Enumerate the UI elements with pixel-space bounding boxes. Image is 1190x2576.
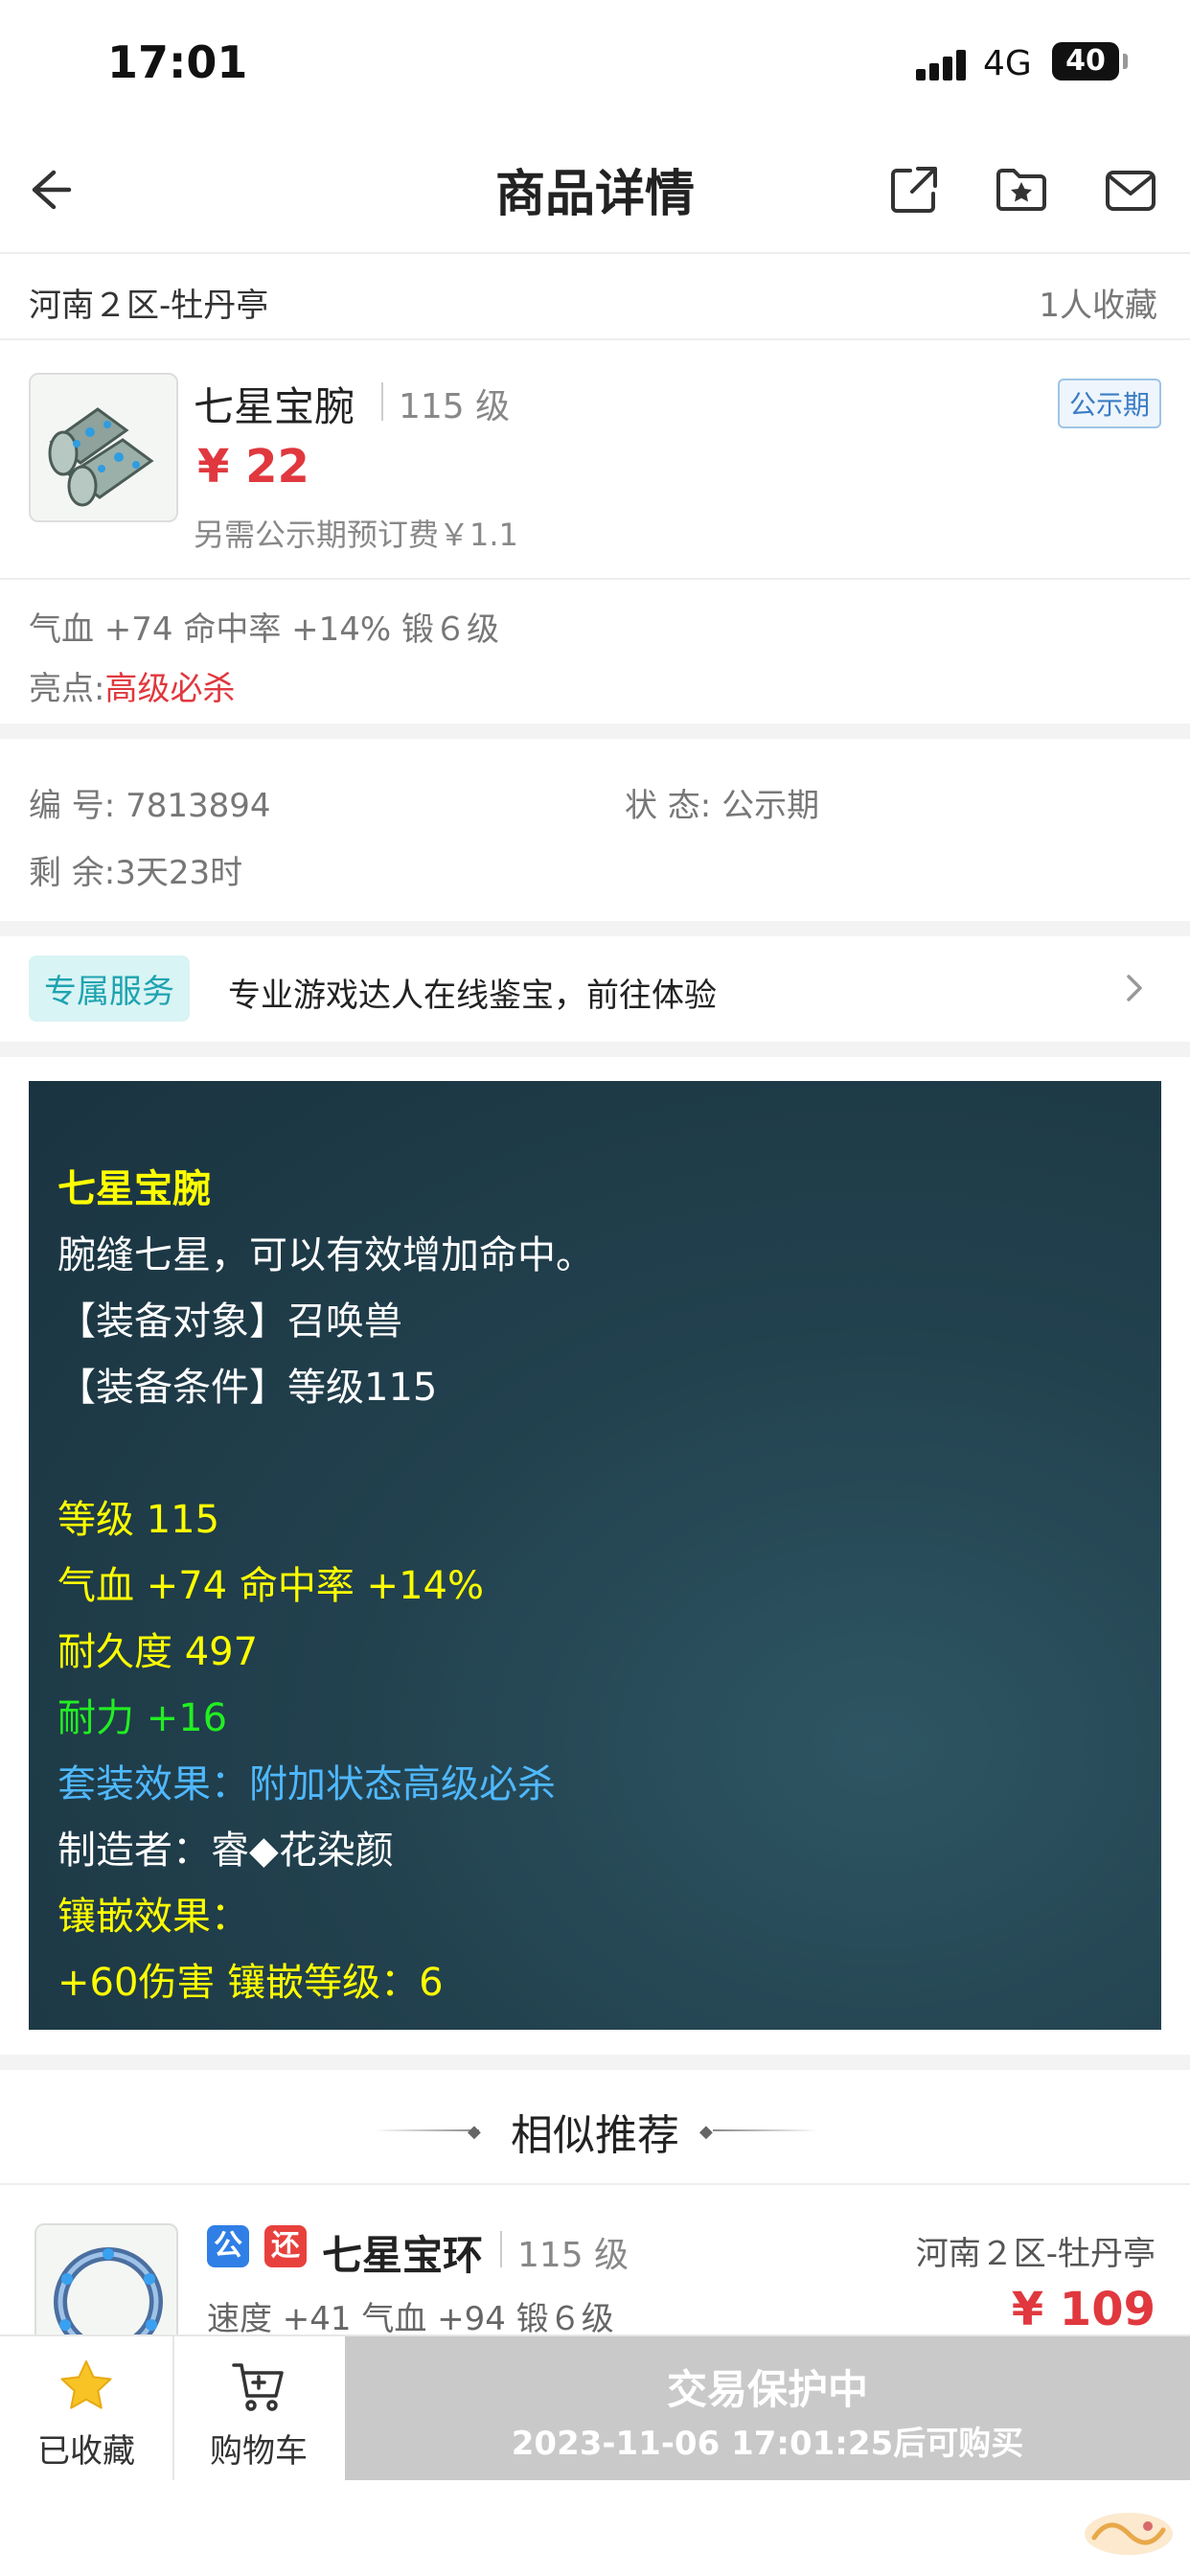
bottom-action-bar: 已收藏 购物车 交易保护中 2023-11-06 17:01:25后可购买 xyxy=(0,2334,1190,2576)
diamond-icon: ◆ xyxy=(699,2122,713,2142)
section-title: 相似推荐 xyxy=(511,2111,679,2160)
product-image[interactable] xyxy=(29,373,178,522)
recommended-item-name: 七星宝环 xyxy=(322,2232,484,2279)
product-summary: 七星宝腕 115 级 ¥ 22 另需公示期预订费￥1.1 公示期 xyxy=(0,340,1190,580)
folder-star-icon[interactable] xyxy=(993,161,1050,218)
protection-subtitle: 2023-11-06 17:01:25后可购买 xyxy=(511,2425,1024,2463)
desc-level: 等级 115 xyxy=(57,1498,220,1542)
favorite-button[interactable]: 已收藏 xyxy=(0,2336,172,2480)
trade-protection-button[interactable]: 交易保护中 2023-11-06 17:01:25后可购买 xyxy=(345,2336,1190,2480)
bargain-badge: 还 xyxy=(264,2225,307,2267)
product-level: 115 级 xyxy=(399,387,511,426)
mail-icon[interactable] xyxy=(1102,161,1159,218)
desc-equip-requirement: 【装备条件】等级115 xyxy=(57,1366,438,1410)
chevron-right-icon xyxy=(1117,971,1152,1005)
remaining-value: 3天23时 xyxy=(115,854,243,892)
listing-id-value: 7813894 xyxy=(126,787,271,825)
recommended-item[interactable]: 公 还 七星宝环 115 级 河南２区-牡丹亭 速度 +41 气血 +94 锻６… xyxy=(0,2185,1190,2367)
desc-item-name: 七星宝腕 xyxy=(57,1167,211,1211)
cart-button[interactable]: 购物车 xyxy=(172,2336,345,2480)
listing-id-label: 编 号: xyxy=(29,787,116,825)
star-icon xyxy=(57,2358,115,2415)
recommended-item-attrs: 速度 +41 气血 +94 锻６级 xyxy=(207,2300,614,2338)
favorite-count: 1人收藏 xyxy=(1039,287,1157,325)
battery-icon: 40 xyxy=(1052,42,1119,80)
watermark-logo xyxy=(1081,2505,1177,2563)
attributes-text: 气血 +74 命中率 +14% 锻６级 xyxy=(29,610,500,649)
product-attributes: 气血 +74 命中率 +14% 锻６级 亮点:高级必杀 xyxy=(0,580,1190,724)
listing-status-label: 状 态: xyxy=(625,787,712,825)
status-badge: 公示期 xyxy=(1057,379,1161,428)
cart-label: 购物车 xyxy=(210,2432,308,2471)
desc-stats: 气血 +74 命中率 +14% xyxy=(57,1564,484,1608)
section-gap xyxy=(0,724,1190,739)
server-region: 河南２区-牡丹亭 xyxy=(29,287,269,325)
desc-inlay-label: 镶嵌效果： xyxy=(57,1895,249,1939)
public-badge: 公 xyxy=(207,2225,249,2267)
nav-bar: 商品详情 xyxy=(0,125,1190,254)
remaining-time-row: 剩 余:3天23时 xyxy=(29,846,242,893)
listing-status-row: 状 态: 公示期 xyxy=(625,779,819,826)
divider xyxy=(381,382,383,421)
desc-inlay-effect: +60伤害 镶嵌等级：6 xyxy=(57,1961,444,2005)
highlight-label: 亮点: xyxy=(29,670,105,708)
service-text: 专业游戏达人在线鉴宝，前往体验 xyxy=(228,977,717,1015)
protection-title: 交易保护中 xyxy=(666,2366,868,2413)
battery-tip xyxy=(1123,54,1128,69)
desc-maker: 制造者：睿◆花染颜 xyxy=(57,1828,394,1873)
cart-icon xyxy=(230,2358,287,2415)
network-type: 4G xyxy=(983,44,1032,83)
desc-endurance: 耐力 +16 xyxy=(57,1696,228,1740)
recommended-item-region: 河南２区-牡丹亭 xyxy=(915,2235,1156,2273)
exclusive-service-row[interactable]: 专属服务 专业游戏达人在线鉴宝，前往体验 xyxy=(0,936,1190,1042)
item-description-panel: 七星宝腕 腕缝七星，可以有效增加命中。 【装备对象】召唤兽 【装备条件】等级11… xyxy=(29,1081,1161,2030)
signal-icon xyxy=(916,50,966,80)
section-gap xyxy=(0,921,1190,936)
similar-header: ◆ 相似推荐 ◆ xyxy=(0,2070,1190,2185)
section-gap xyxy=(0,1042,1190,1057)
product-name: 七星宝腕 xyxy=(194,383,355,430)
listing-status-value: 公示期 xyxy=(721,787,820,825)
region-row: 河南２区-牡丹亭 1人收藏 xyxy=(0,254,1190,340)
recommended-item-price: ¥ 109 xyxy=(1011,2283,1156,2336)
desc-durability: 耐久度 497 xyxy=(57,1630,259,1674)
listing-id-row: 编 号: 7813894 xyxy=(29,779,271,826)
share-icon[interactable] xyxy=(885,161,943,218)
listing-info: 编 号: 7813894 状 态: 公示期 剩 余:3天23时 xyxy=(0,739,1190,921)
service-tag: 专属服务 xyxy=(29,955,190,1022)
highlight-row: 亮点:高级必杀 xyxy=(29,662,235,709)
highlight-value: 高级必杀 xyxy=(104,670,236,708)
remaining-label: 剩 余: xyxy=(29,854,116,892)
divider xyxy=(500,2231,502,2267)
product-price: ¥ 22 xyxy=(197,440,309,494)
favorite-label: 已收藏 xyxy=(37,2432,135,2471)
recommended-item-level: 115 级 xyxy=(517,2236,629,2275)
reservation-fee: 另需公示期预订费￥1.1 xyxy=(194,517,518,553)
desc-set-effect: 套装效果：附加状态高级必杀 xyxy=(57,1762,556,1806)
status-time: 17:01 xyxy=(107,36,248,88)
desc-equip-target: 【装备对象】召唤兽 xyxy=(57,1300,402,1344)
divider xyxy=(713,2129,818,2131)
status-bar: 17:01 4G 40 xyxy=(0,0,1190,125)
desc-flavor-text: 腕缝七星，可以有效增加命中。 xyxy=(57,1233,594,1277)
section-gap xyxy=(0,2055,1190,2070)
